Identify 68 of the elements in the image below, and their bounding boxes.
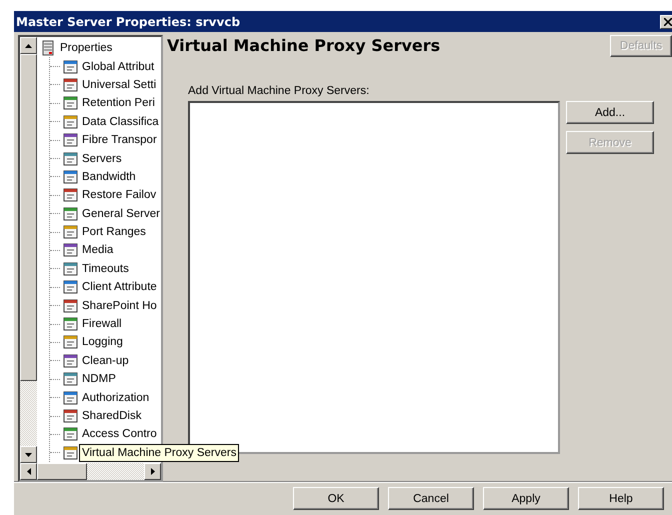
window-icon — [63, 371, 79, 388]
tree-item[interactable]: Properties — [60, 42, 112, 54]
window-icon — [63, 426, 79, 442]
tree-item[interactable]: Servers — [82, 152, 122, 165]
scroll-right-button[interactable] — [144, 463, 161, 480]
vertical-scrollbar[interactable] — [20, 37, 37, 463]
dialog-button[interactable]: Cancel — [388, 487, 474, 510]
close-icon — [664, 18, 672, 26]
tree-item[interactable]: Fibre Transpor — [82, 134, 157, 146]
tree-item[interactable]: Restore Failov — [82, 189, 156, 202]
window-icon — [63, 76, 79, 93]
window-icon — [63, 298, 79, 314]
window-icon — [63, 187, 79, 204]
tree-item[interactable]: General Server — [82, 208, 160, 220]
tree-item[interactable]: Clean-up — [82, 354, 129, 367]
horizontal-scrollbar[interactable] — [20, 463, 161, 480]
tree-item[interactable]: Universal Setti — [82, 78, 156, 91]
close-button[interactable] — [660, 14, 672, 28]
right-arrow-icon — [150, 468, 154, 475]
tree-item[interactable]: Logging — [82, 336, 123, 348]
window-icon — [63, 114, 79, 130]
tree-item[interactable]: Global Attribut — [82, 60, 154, 73]
list-label: Add Virtual Machine Proxy Servers: — [188, 85, 370, 97]
tree-item[interactable]: Authorization — [82, 392, 150, 404]
tree-item[interactable]: Bandwidth — [82, 170, 136, 183]
tree-item[interactable]: Timeouts — [82, 262, 129, 275]
window-icon — [63, 95, 79, 112]
window-icon — [63, 408, 79, 424]
window-title: Master Server Properties: srvvcb — [16, 14, 240, 28]
window-icon — [63, 352, 79, 369]
dialog-button[interactable]: OK — [293, 487, 379, 510]
window-icon — [63, 390, 79, 406]
window-icon — [63, 316, 79, 332]
tree-item[interactable]: Client Attribute — [82, 281, 157, 294]
dialog-button[interactable]: Apply — [483, 487, 569, 510]
tree-item[interactable]: Data Classifica — [82, 116, 159, 128]
tree-item[interactable]: SharedDisk — [82, 410, 142, 422]
server-icon — [40, 40, 56, 56]
panel-title: Virtual Machine Proxy Servers — [167, 36, 440, 55]
left-arrow-icon — [26, 468, 30, 475]
scroll-down-button[interactable] — [20, 446, 37, 463]
scroll-left-button[interactable] — [20, 463, 37, 480]
window-icon — [63, 224, 79, 240]
window-icon — [63, 444, 79, 461]
add-button[interactable]: Add... — [566, 101, 654, 124]
tooltip: Virtual Machine Proxy Servers — [79, 444, 240, 462]
scroll-thumb[interactable] — [20, 54, 37, 381]
dialog-button[interactable]: Help — [578, 487, 664, 510]
window-icon — [63, 168, 79, 185]
tree-item[interactable]: Access Contro — [82, 428, 157, 440]
up-arrow-icon — [25, 44, 32, 48]
window-icon — [63, 279, 79, 296]
window-icon — [63, 260, 79, 277]
window-icon — [63, 242, 79, 258]
scroll-up-button[interactable] — [20, 37, 37, 54]
tree-item[interactable]: Port Ranges — [82, 226, 146, 238]
window-icon — [63, 58, 79, 75]
window-icon — [63, 132, 79, 148]
window-icon — [63, 206, 79, 222]
tree-item[interactable]: NDMP — [82, 373, 116, 386]
window-icon — [63, 150, 79, 167]
tree-item[interactable]: Firewall — [82, 318, 122, 330]
tree-item[interactable]: SharePoint Ho — [82, 300, 157, 312]
tree-item[interactable]: Retention Peri — [82, 97, 155, 110]
tree-item[interactable]: Media — [82, 244, 114, 256]
scroll-thumb[interactable] — [37, 463, 87, 480]
down-arrow-icon — [25, 452, 32, 456]
window-icon — [63, 334, 79, 350]
